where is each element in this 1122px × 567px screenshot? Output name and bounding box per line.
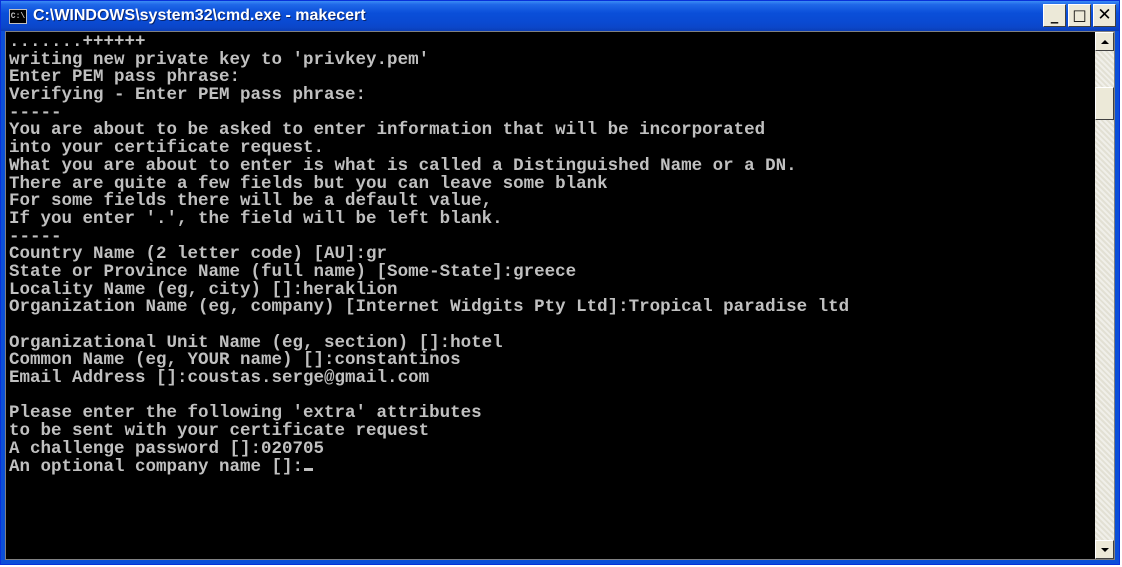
console-line: If you enter '.', the field will be left… xyxy=(9,208,503,229)
console-output[interactable]: .......++++++ writing new private key to … xyxy=(6,32,1095,559)
title-bar[interactable]: C:\ C:\WINDOWS\system32\cmd.exe - makece… xyxy=(1,1,1119,31)
arrow-up-icon xyxy=(1100,39,1109,44)
scroll-up-button[interactable] xyxy=(1095,32,1114,51)
console-line: Organization Name (eg, company) [Interne… xyxy=(9,297,850,318)
arrow-down-icon xyxy=(1100,547,1109,552)
cmd-app-icon[interactable]: C:\ xyxy=(9,8,27,24)
minimize-icon: _ xyxy=(1050,6,1059,24)
vertical-scrollbar[interactable] xyxy=(1095,32,1114,559)
console-line: State or Province Name (full name) [Some… xyxy=(9,261,577,282)
console-client-area[interactable]: .......++++++ writing new private key to … xyxy=(5,31,1115,560)
maximize-button[interactable]: □ xyxy=(1068,4,1091,27)
maximize-icon: □ xyxy=(1072,6,1087,24)
close-button[interactable]: ✕ xyxy=(1093,4,1116,27)
window-controls: _ □ ✕ xyxy=(1043,4,1116,27)
console-line: Verifying - Enter PEM pass phrase: xyxy=(9,85,367,106)
console-line: What you are about to enter is what is c… xyxy=(9,155,797,176)
close-icon: ✕ xyxy=(1097,5,1112,25)
cmd-window: C:\ C:\WINDOWS\system32\cmd.exe - makece… xyxy=(0,0,1120,565)
minimize-button[interactable]: _ xyxy=(1043,4,1066,27)
console-line: An optional company name []: xyxy=(9,458,1095,477)
console-line: A challenge password []:020705 xyxy=(9,438,325,459)
text-cursor xyxy=(304,467,314,471)
scroll-down-button[interactable] xyxy=(1095,540,1114,559)
console-line: Email Address []:coustas.serge@gmail.com xyxy=(9,368,430,389)
scrollbar-thumb[interactable] xyxy=(1095,87,1114,120)
window-title: C:\WINDOWS\system32\cmd.exe - makecert xyxy=(33,7,366,24)
